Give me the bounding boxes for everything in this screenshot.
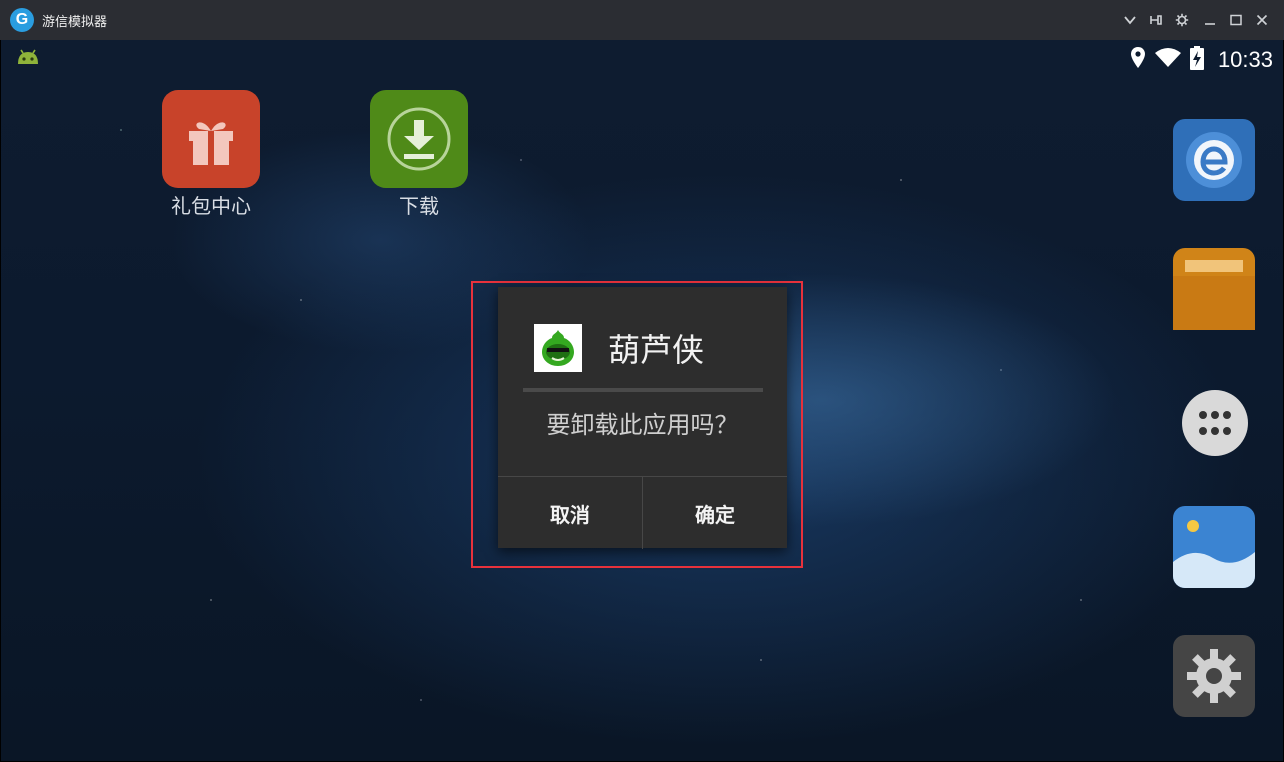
browser-e-icon[interactable]: [1173, 119, 1255, 201]
wifi-icon: [1154, 47, 1182, 73]
status-bar: 10:33: [1130, 46, 1273, 74]
desktop-app-label: 礼包中心: [171, 194, 251, 218]
dialog-message: 要卸载此应用吗？: [546, 411, 739, 439]
clock: 10:33: [1217, 47, 1273, 72]
desktop-app-label: 下载: [399, 194, 439, 218]
close-icon[interactable]: [1252, 10, 1272, 30]
app-drawer-icon[interactable]: [1182, 390, 1248, 456]
android-robot-icon: [15, 48, 41, 66]
collapse-chevron-icon[interactable]: [1120, 10, 1140, 30]
cancel-button[interactable]: 取消: [498, 477, 642, 549]
settings-gear-icon[interactable]: [1172, 10, 1192, 30]
uninstall-dialog: 葫芦侠 要卸载此应用吗？ 取消 确定: [498, 287, 787, 549]
app-logo-icon: G: [10, 8, 34, 32]
ok-button[interactable]: 确定: [642, 477, 787, 549]
desktop-app-download[interactable]: 下载: [364, 90, 474, 219]
dialog-buttons: 取消 确定: [498, 476, 787, 549]
emulator-title-bar: G 游信模拟器: [0, 0, 1284, 40]
dialog-divider: [523, 388, 763, 392]
gift-icon: [162, 90, 260, 188]
android-screen: 10:33 礼包中心 下载 葫芦侠 要卸载此应用吗？ 取消 确定: [1, 40, 1283, 761]
app-icon: [534, 324, 582, 372]
gear-icon[interactable]: [1173, 635, 1255, 717]
location-icon: [1130, 46, 1146, 74]
maximize-icon[interactable]: [1226, 10, 1246, 30]
gallery-icon[interactable]: [1173, 506, 1255, 588]
minimize-icon[interactable]: [1200, 10, 1220, 30]
battery-charging-icon: [1189, 46, 1204, 74]
folder-icon[interactable]: [1173, 248, 1255, 330]
dialog-title: 葫芦侠: [608, 331, 705, 369]
pin-icon[interactable]: [1146, 10, 1166, 30]
dialog-header: 葫芦侠: [534, 324, 704, 372]
window-title: 游信模拟器: [42, 15, 108, 30]
desktop-app-gift-center[interactable]: 礼包中心: [156, 90, 266, 219]
download-icon: [370, 90, 468, 188]
